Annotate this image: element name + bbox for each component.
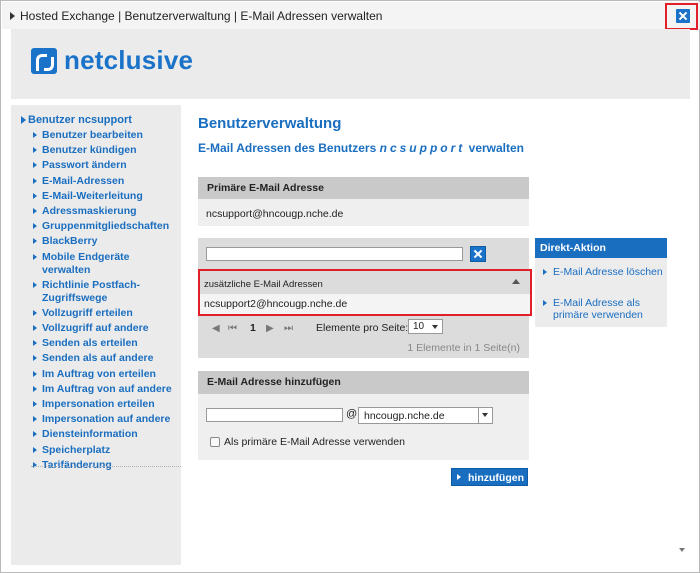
page-size-select[interactable]: 10 (408, 319, 443, 334)
page-subtitle: E-Mail Adressen des Benutzers ncsupport … (198, 141, 524, 155)
title-bar: Hosted Exchange | Benutzerverwaltung | E… (2, 2, 700, 29)
arrow-icon (33, 162, 37, 169)
arrow-icon (33, 325, 37, 332)
pager-info: 1 Elemente in 1 Seite(n) (407, 342, 520, 354)
arrow-icon (33, 281, 37, 288)
logo-text: netclusive (64, 45, 194, 75)
arrow-icon (33, 132, 37, 138)
sidebar: Benutzer ncsupport Benutzer bearbeiten B… (11, 105, 181, 565)
sidebar-item-vollzugriff-andere[interactable]: Vollzugriff auf andere (33, 322, 179, 335)
header: netclusive (11, 29, 690, 99)
sidebar-item-benutzer-bearbeiten[interactable]: Benutzer bearbeiten (33, 129, 179, 142)
set-primary-action[interactable]: E-Mail Adresse als primäre verwenden (543, 297, 663, 321)
sidebar-item-adressmaskierung[interactable]: Adressmaskierung (33, 205, 179, 218)
arrow-icon (33, 192, 37, 199)
direct-action-panel: Direkt-Aktion E-Mail Adresse löschen E-M… (535, 238, 667, 327)
sidebar-divider (31, 466, 181, 467)
delete-email-action[interactable]: E-Mail Adresse löschen (543, 266, 663, 278)
sidebar-item-gruppenmitgliedschaften[interactable]: Gruppenmitgliedschaften (33, 220, 179, 233)
arrow-icon (457, 474, 461, 480)
arrow-icon (33, 431, 37, 438)
sidebar-item-passwort-aendern[interactable]: Passwort ändern (33, 159, 179, 172)
next-page-icon[interactable]: ▶ (266, 323, 274, 334)
sidebar-item-richtlinie-postfach[interactable]: Richtlinie Postfach- Zugriffswege (33, 279, 179, 305)
alias-filter-input[interactable] (206, 247, 463, 261)
arrow-icon (33, 223, 37, 230)
sidebar-item-im-auftrag-andere[interactable]: Im Auftrag von auf andere (33, 383, 179, 396)
page-size-label: Elemente pro Seite: (316, 322, 409, 334)
arrow-icon (33, 385, 37, 392)
add-button[interactable]: hinzufügen (451, 468, 528, 486)
sidebar-item-senden-als-erteilen[interactable]: Senden als erteilen (33, 337, 179, 350)
sidebar-item-mobile-endgeraete[interactable]: Mobile Endgeräte verwalten (33, 251, 179, 277)
domain-select[interactable]: hncougp.nche.de (358, 407, 493, 424)
sidebar-item-im-auftrag-erteilen[interactable]: Im Auftrag von erteilen (33, 368, 179, 381)
arrow-icon (33, 309, 37, 316)
sidebar-nav-list: Benutzer bearbeiten Benutzer kündigen Pa… (33, 129, 179, 474)
primary-email-heading: Primäre E-Mail Adresse (198, 177, 529, 199)
make-primary-checkbox[interactable] (210, 437, 220, 447)
direct-action-heading: Direkt-Aktion (535, 238, 667, 258)
sidebar-item-benutzer-kuendigen[interactable]: Benutzer kündigen (33, 144, 179, 157)
breadcrumb-arrow-icon (10, 12, 15, 20)
sidebar-item-impersonation-erteilen[interactable]: Impersonation erteilen (33, 398, 179, 411)
page-title: Benutzerverwaltung (198, 115, 342, 132)
arrow-icon (543, 300, 547, 306)
subtitle-username: ncsupport (379, 141, 466, 155)
arrow-icon (33, 253, 37, 260)
arrow-icon (33, 207, 37, 214)
primary-email-value: ncsupport@hncougp.nche.de (206, 208, 344, 220)
arrow-icon (33, 355, 37, 362)
breadcrumb: Hosted Exchange | Benutzerverwaltung | E… (20, 9, 383, 23)
sidebar-item-senden-als-andere[interactable]: Senden als auf andere (33, 352, 179, 365)
add-email-panel (198, 394, 529, 460)
sidebar-item-email-adressen[interactable]: E-Mail-Adressen (33, 175, 179, 188)
sidebar-item-email-weiterleitung[interactable]: E-Mail-Weiterleitung (33, 190, 179, 203)
add-email-heading: E-Mail Adresse hinzufügen (198, 371, 529, 394)
selection-highlight (198, 269, 532, 316)
at-sign: @ (346, 408, 358, 420)
arrow-icon (33, 177, 37, 184)
expand-arrow-icon (21, 116, 26, 124)
arrow-icon (33, 401, 37, 407)
arrow-icon (33, 238, 37, 245)
sidebar-item-diensteinformation[interactable]: Diensteinformation (33, 428, 179, 441)
sidebar-root-item[interactable]: Benutzer ncsupport (21, 114, 132, 126)
last-page-icon[interactable]: ⏭ (284, 323, 293, 334)
first-page-icon[interactable]: ⏮ (228, 323, 237, 334)
local-part-input[interactable] (206, 408, 343, 422)
sidebar-item-speicherplatz[interactable]: Speicherplatz (33, 444, 179, 457)
sidebar-item-vollzugriff-erteilen[interactable]: Vollzugriff erteilen (33, 307, 179, 320)
chevron-down-icon (432, 325, 438, 329)
arrow-icon (33, 147, 37, 154)
clear-icon[interactable] (470, 246, 486, 262)
arrow-icon (33, 370, 37, 377)
close-highlight (665, 3, 698, 30)
dialog-window: Hosted Exchange | Benutzerverwaltung | E… (0, 0, 700, 573)
make-primary-label[interactable]: Als primäre E-Mail Adresse verwenden (224, 436, 405, 448)
pager: ◀ ⏮ 1 ▶ ⏭ Elemente pro Seite: 10 1 Eleme… (198, 316, 528, 358)
sidebar-item-impersonation-andere[interactable]: Impersonation auf andere (33, 413, 179, 426)
arrow-icon (33, 340, 37, 347)
current-page[interactable]: 1 (250, 322, 256, 334)
netclusive-logo-icon (31, 48, 57, 74)
arrow-icon (543, 269, 547, 275)
close-icon[interactable] (676, 9, 690, 23)
sidebar-item-blackberry[interactable]: BlackBerry (33, 235, 179, 248)
arrow-icon (33, 416, 37, 423)
prev-page-icon[interactable]: ◀ (212, 323, 220, 334)
arrow-icon (33, 446, 37, 453)
scroll-down-icon[interactable] (679, 548, 685, 552)
chevron-down-icon[interactable] (478, 408, 492, 423)
